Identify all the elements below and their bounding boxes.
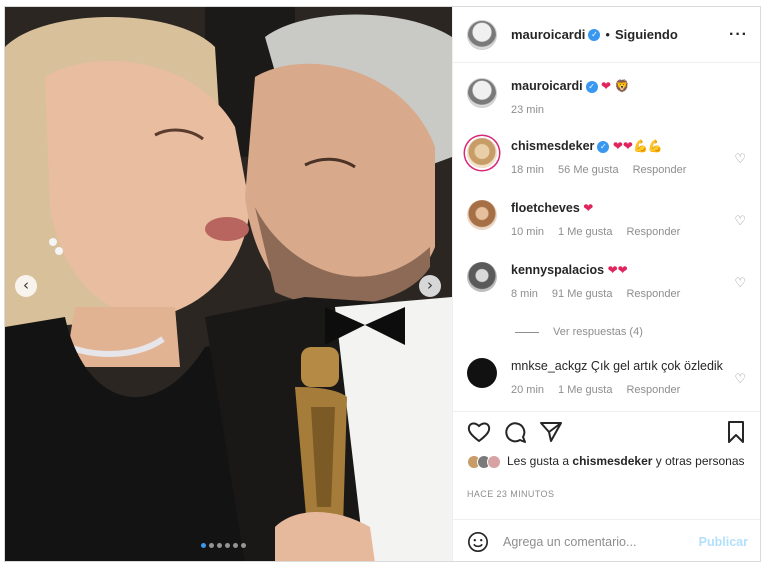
comment-likes[interactable]: 1 Me gusta [558,226,612,238]
author-username[interactable]: mauroicardi [511,27,585,42]
likes-text: Les gusta a chismesdeker y otras persona… [503,453,745,469]
post-side-panel: mauroicardi ✓ • Siguiendo ··· mauroicard… [452,7,760,561]
view-replies-label: Ver respuestas (4) [553,326,643,338]
comment-time[interactable]: 8 min [511,288,538,300]
caption-time[interactable]: 23 min [511,104,544,116]
commenter-avatar[interactable] [467,262,497,292]
add-comment-bar: Publicar [453,519,760,561]
commenter-avatar[interactable] [467,358,497,388]
reply-button[interactable]: Responder [633,164,687,176]
comment-time[interactable]: 20 min [511,384,544,396]
post-timestamp[interactable]: HACE 23 MINUTOS [467,489,554,499]
comment-likes[interactable]: 1 Me gusta [558,384,612,396]
comment-username[interactable]: kennyspalacios [511,263,604,277]
caption-emojis: ❤ 🦁 [601,79,630,93]
likes-summary: Les gusta a chismesdeker y otras persona… [467,453,748,469]
comment-input[interactable] [503,534,699,549]
comment-like-heart-icon[interactable]: ♡ [734,276,746,291]
carousel-dot [241,543,246,548]
comment-item: mnkse_ackgz Çık gel artık çok özledik 20… [467,358,752,396]
likes-user-link[interactable]: chismesdeker [572,454,652,468]
commenter-avatar[interactable] [467,200,497,230]
comment-time[interactable]: 18 min [511,164,544,176]
emoji-smiley-icon[interactable] [467,531,489,553]
save-bookmark-icon[interactable] [724,420,748,444]
carousel-dot [233,543,238,548]
publish-button[interactable]: Publicar [699,535,748,549]
comment-like-heart-icon[interactable]: ♡ [734,152,746,167]
view-replies-button[interactable]: Ver respuestas (4) [515,326,643,338]
comment-like-heart-icon[interactable]: ♡ [734,372,746,387]
more-options-icon[interactable]: ··· [729,26,748,44]
post-photo[interactable]: ‹ › [5,7,452,561]
comment-time[interactable]: 10 min [511,226,544,238]
comment-text: Çık gel artık çok özledik [590,359,723,373]
carousel-next-button[interactable]: › [419,275,441,297]
carousel-dot [217,543,222,548]
likes-suffix[interactable]: y otras personas [656,454,745,468]
carousel-prev-button[interactable]: ‹ [15,275,37,297]
author-avatar[interactable] [467,19,497,50]
comments-list: mauroicardi ✓ ❤ 🦁 23 min chismesdeker ✓ ❤❤… [453,64,760,412]
comment-username[interactable]: floetcheves [511,201,580,215]
comment-like-heart-icon[interactable]: ♡ [734,214,746,229]
comment-text: ❤ [583,201,594,215]
liker-avatars[interactable] [467,455,501,469]
comment-likes[interactable]: 56 Me gusta [558,164,619,176]
carousel-dot [225,543,230,548]
verified-badge-icon: ✓ [597,141,610,153]
likes-prefix: Les gusta a [507,454,570,468]
comment-username[interactable]: chismesdeker [511,139,594,153]
comment-username[interactable]: mnkse_ackgz [511,359,587,373]
photo-illustration [5,7,452,561]
comment-likes[interactable]: 91 Me gusta [552,288,613,300]
verified-badge-icon: ✓ [585,81,598,93]
share-send-icon[interactable] [539,420,563,444]
separator-dot: • [605,27,610,42]
comment-item: chismesdeker ✓ ❤❤💪💪 18 min 56 Me gusta Resp… [467,138,752,176]
instagram-post: ‹ › mauroicardi ✓ • Siguiendo ··· mauroi… [4,6,761,562]
comment-text: ❤❤💪💪 [612,139,663,153]
reply-button[interactable]: Responder [626,384,680,396]
liker-avatar [487,455,501,469]
author-avatar[interactable] [467,78,497,108]
carousel-dot [209,543,214,548]
comment-text: ❤❤ [607,263,628,277]
caption: mauroicardi ✓ ❤ 🦁 23 min [467,78,752,116]
following-button[interactable]: Siguiendo [615,27,678,42]
post-header: mauroicardi ✓ • Siguiendo ··· [453,7,760,63]
commenter-avatar[interactable] [467,138,497,168]
comment-item: floetcheves ❤ 10 min 1 Me gusta Responder … [467,200,752,238]
caption-username[interactable]: mauroicardi [511,79,583,93]
reply-button[interactable]: Responder [626,226,680,238]
comment-item: kennyspalacios ❤❤ 8 min 91 Me gusta Respon… [467,262,752,300]
replies-line [515,331,539,333]
reply-button[interactable]: Responder [626,288,680,300]
like-heart-icon[interactable] [467,420,491,444]
comment-bubble-icon[interactable] [503,420,527,444]
action-bar [467,415,748,449]
verified-badge-icon: ✓ [588,28,601,41]
carousel-indicator [201,543,246,548]
carousel-dot [201,543,206,548]
